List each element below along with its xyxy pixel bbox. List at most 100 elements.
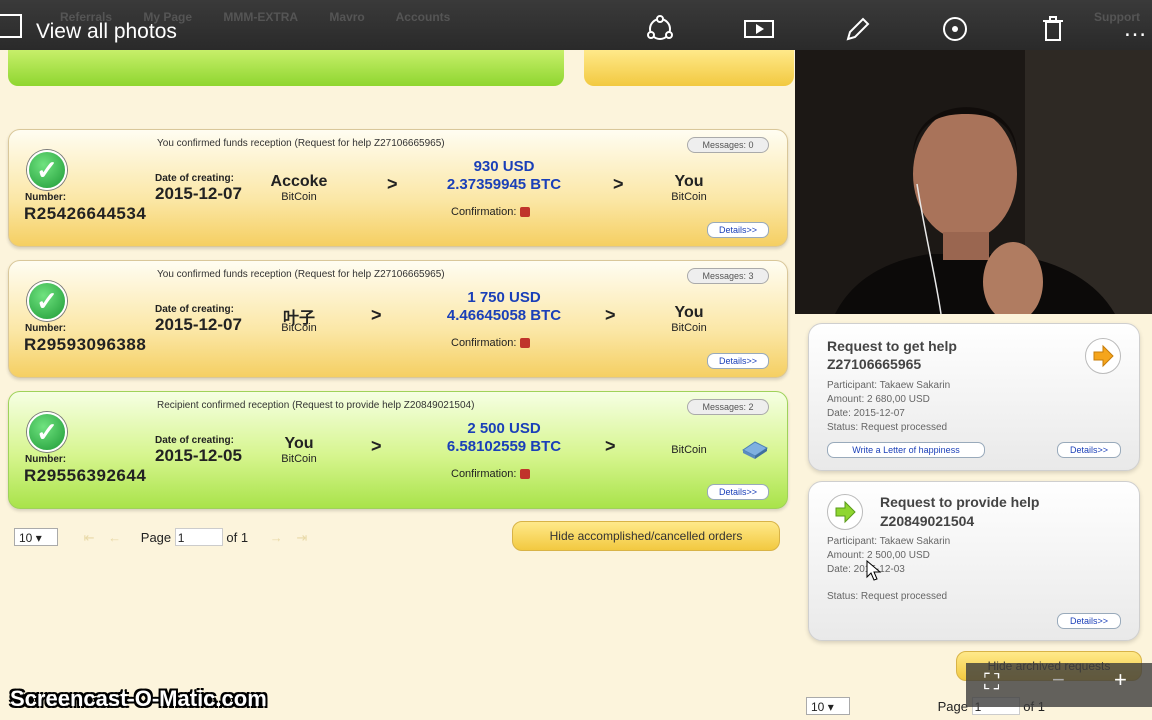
details-button[interactable]: Details>> <box>1057 613 1121 629</box>
order-card: Recipient confirmed reception (Request t… <box>8 391 788 509</box>
arrow-right-icon: > <box>371 305 382 325</box>
get-help-participant: Participant: Takaew Sakarin <box>827 380 951 391</box>
more-icon[interactable]: … <box>1118 12 1152 46</box>
sender-currency: BitCoin <box>281 453 317 465</box>
delete-icon[interactable] <box>1036 12 1070 46</box>
get-help-title: Request to get help <box>827 338 957 354</box>
bitcoin-wallet-icon <box>741 436 769 460</box>
arrow-right-icon[interactable] <box>1085 338 1121 374</box>
receiver-currency: BitCoin <box>671 191 707 203</box>
order-date: 2015-12-07 <box>155 315 242 334</box>
orders-pager: 10 ▾ ⇤ ← Page 1 of 1 → ⇥ <box>14 528 307 546</box>
arrow-right-icon: > <box>387 174 398 194</box>
arrow-right-icon: > <box>605 305 616 325</box>
last-page-icon[interactable]: ⇥ <box>296 530 307 545</box>
arrow-right-icon: > <box>613 174 624 194</box>
details-button[interactable]: Details>> <box>707 484 769 500</box>
date-label: Date of creating: <box>155 435 234 446</box>
slideshow-icon[interactable] <box>742 12 776 46</box>
arrow-right-icon[interactable] <box>827 494 863 530</box>
zoom-in-icon[interactable]: + <box>1114 667 1127 693</box>
nav-accounts[interactable]: Accounts <box>396 10 451 24</box>
screencast-watermark: Screencast-O-Matic.com <box>10 686 267 711</box>
sender-name: You <box>284 435 314 452</box>
check-icon: ✓ <box>27 281 67 321</box>
get-help-status: Status: Request processed <box>827 422 948 433</box>
edit-icon[interactable] <box>840 12 874 46</box>
messages-badge[interactable]: Messages: 3 <box>687 268 769 284</box>
order-header: Recipient confirmed reception (Request t… <box>157 400 475 411</box>
per-page-select[interactable]: 10 ▾ <box>806 697 850 715</box>
zoom-controls: ⛶ − + <box>966 663 1152 707</box>
request-provide-help-card: Request to provide help Z20849021504 Par… <box>808 481 1140 641</box>
nav-mmm-extra[interactable]: MMM-EXTRA <box>223 10 298 24</box>
page-input[interactable]: 1 <box>174 528 223 546</box>
provide-help-participant: Participant: Takaew Sakarin <box>827 536 951 547</box>
check-icon: ✓ <box>27 412 67 452</box>
page-label: Page <box>140 530 172 545</box>
fit-screen-icon[interactable]: ⛶ <box>984 669 999 695</box>
order-card: You confirmed funds reception (Request f… <box>8 260 788 378</box>
receiver-name: You <box>674 304 704 321</box>
view-all-photos-link[interactable]: View all photos <box>36 20 177 44</box>
arrow-right-icon: > <box>371 436 382 456</box>
arrow-right-icon: > <box>605 436 616 456</box>
sender-currency: BitCoin <box>281 322 317 334</box>
confirmation: Confirmation: <box>451 468 531 480</box>
confirmation-label: Confirmation: <box>451 468 517 480</box>
photo-viewer-toolbar: Referrals My Page MMM-EXTRA Mavro Accoun… <box>0 0 1152 50</box>
details-button[interactable]: Details>> <box>707 353 769 369</box>
sync-icon[interactable] <box>938 12 972 46</box>
order-number: R29556392644 <box>24 466 147 485</box>
provide-help-status: Status: Request processed <box>827 591 948 602</box>
first-page-icon[interactable]: ⇤ <box>84 530 95 545</box>
details-button[interactable]: Details>> <box>1057 442 1121 458</box>
order-number: R25426644534 <box>24 204 147 223</box>
amount-usd: 2 500 USD <box>467 420 541 437</box>
provide-help-id: Z20849021504 <box>880 513 975 529</box>
sender-currency: BitCoin <box>281 191 317 203</box>
amount-usd: 1 750 USD <box>467 289 541 306</box>
messages-badge[interactable]: Messages: 0 <box>687 137 769 153</box>
nav-mavro[interactable]: Mavro <box>329 10 364 24</box>
confirmation: Confirmation: <box>451 337 531 349</box>
number-label: Number: <box>25 454 67 465</box>
amount-btc: 6.58102559 BTC <box>446 438 562 455</box>
number-label: Number: <box>25 323 67 334</box>
per-page-value: 10 <box>19 531 33 545</box>
per-page-select[interactable]: 10 ▾ <box>14 528 58 546</box>
zoom-out-icon[interactable]: − <box>1052 667 1065 693</box>
messages-badge[interactable]: Messages: 2 <box>687 399 769 415</box>
date-label: Date of creating: <box>155 173 234 184</box>
next-page-icon[interactable]: → <box>270 530 283 545</box>
receiver-currency: BitCoin <box>671 322 707 334</box>
prev-page-icon[interactable]: ← <box>108 530 121 545</box>
order-card: You confirmed funds reception (Request f… <box>8 129 788 247</box>
share-icon[interactable] <box>643 12 677 46</box>
amount-btc: 4.46645058 BTC <box>446 307 562 324</box>
sender-name: Accoke <box>270 173 328 190</box>
check-icon: ✓ <box>27 150 67 190</box>
yellow-banner <box>584 50 794 86</box>
confirmation-label: Confirmation: <box>451 206 517 218</box>
confirmation-icon[interactable] <box>520 207 531 218</box>
order-number: R29593096388 <box>24 335 147 354</box>
order-date: 2015-12-07 <box>155 184 242 203</box>
order-date: 2015-12-05 <box>155 446 242 465</box>
back-icon[interactable] <box>0 14 22 38</box>
order-header: You confirmed funds reception (Request f… <box>157 138 445 149</box>
get-help-date: Date: 2015-12-07 <box>827 408 905 419</box>
number-label: Number: <box>25 192 67 203</box>
write-letter-button[interactable]: Write a Letter of happiness <box>827 442 985 458</box>
confirmation-icon[interactable] <box>520 469 531 480</box>
details-button[interactable]: Details>> <box>707 222 769 238</box>
amount-btc: 2.37359945 BTC <box>446 176 562 193</box>
order-header: You confirmed funds reception (Request f… <box>157 269 445 280</box>
webcam-video <box>795 44 1152 314</box>
confirmation: Confirmation: <box>451 206 531 218</box>
date-label: Date of creating: <box>155 304 234 315</box>
get-help-id: Z27106665965 <box>827 356 922 372</box>
receiver-name: You <box>674 173 704 190</box>
hide-accomplished-button[interactable]: Hide accomplished/cancelled orders <box>512 521 780 551</box>
confirmation-icon[interactable] <box>520 338 531 349</box>
